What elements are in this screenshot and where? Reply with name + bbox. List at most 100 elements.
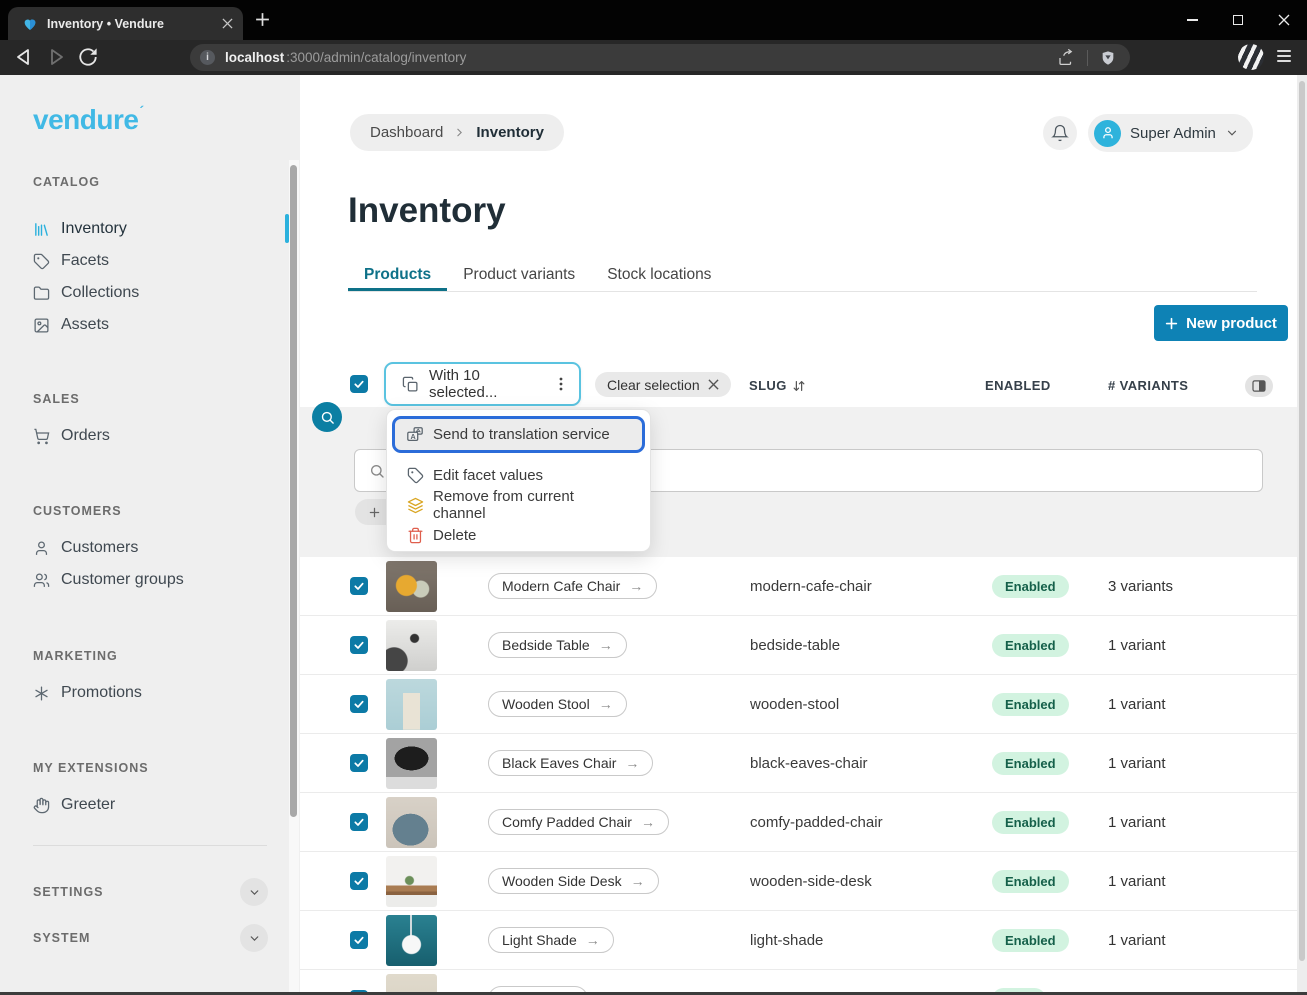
arrow-right-icon: →	[599, 696, 613, 712]
sidebar-item-greeter[interactable]: Greeter	[33, 791, 115, 819]
table-row: Modern Cafe Chair→ modern-cafe-chair Ena…	[300, 557, 1297, 616]
search-toggle-button[interactable]	[312, 402, 342, 432]
with-selected-dropdown[interactable]: With 10 selected...	[384, 362, 581, 406]
logo-tick: ´	[139, 103, 143, 119]
row-checkbox[interactable]	[350, 872, 368, 890]
breadcrumb-dashboard[interactable]: Dashboard	[370, 124, 443, 141]
table-row: Bedside Table→ bedside-table Enabled 1 v…	[300, 616, 1297, 675]
variant-count: 1 variant	[1108, 873, 1166, 890]
clear-selection-button[interactable]: Clear selection	[595, 372, 731, 397]
arrow-right-icon: →	[629, 578, 643, 594]
sidebar-item-label: Customer groups	[61, 571, 184, 589]
sidebar-section-system[interactable]: SYSTEM	[33, 923, 268, 953]
back-button[interactable]	[14, 46, 34, 68]
product-name-chip[interactable]: Light Shade→	[488, 927, 614, 953]
kebab-icon	[553, 376, 569, 392]
product-name-chip[interactable]: Black Eaves Chair→	[488, 750, 653, 776]
breadcrumb-inventory: Inventory	[476, 124, 544, 141]
site-info-icon[interactable]: i	[200, 50, 215, 65]
vendure-logo[interactable]: vendure´	[33, 103, 144, 136]
minimize-button[interactable]	[1169, 0, 1215, 40]
tab-close-icon[interactable]	[222, 18, 233, 29]
product-name-chip[interactable]: Wooden Side Desk→	[488, 868, 659, 894]
tab-strip: Inventory • Vendure	[0, 0, 1307, 40]
sidebar-item-facets[interactable]: Facets	[33, 247, 109, 275]
forward-button[interactable]	[46, 46, 66, 68]
status-badge: Enabled	[992, 870, 1069, 893]
chevron-right-icon	[453, 126, 466, 139]
svg-text:A: A	[411, 432, 416, 441]
tag-icon	[33, 253, 50, 270]
tab-stock-locations[interactable]: Stock locations	[591, 258, 727, 291]
menu-item-remove-from-channel[interactable]: Remove from current channel	[397, 490, 640, 520]
tab-product-variants[interactable]: Product variants	[447, 258, 591, 291]
product-name-chip[interactable]: Comfy Padded Chair→	[488, 809, 669, 835]
sidebar-section-settings[interactable]: SETTINGS	[33, 877, 268, 907]
url-bar[interactable]: i localhost :3000/admin/catalog/inventor…	[190, 44, 1130, 71]
product-slug: light-shade	[750, 932, 823, 949]
notifications-button[interactable]	[1043, 116, 1077, 150]
person-icon	[33, 540, 50, 557]
select-all-checkbox[interactable]	[350, 375, 368, 393]
browser-tab[interactable]: Inventory • Vendure	[8, 7, 243, 40]
chevron-down-icon[interactable]	[240, 924, 268, 952]
reload-button[interactable]	[78, 47, 98, 67]
close-icon	[708, 379, 719, 390]
column-header-enabled[interactable]: ENABLED	[985, 378, 1051, 393]
row-checkbox[interactable]	[350, 577, 368, 595]
maximize-button[interactable]	[1215, 0, 1261, 40]
browser-window: Inventory • Vendure	[0, 0, 1307, 995]
variant-count: 1 variant	[1108, 932, 1166, 949]
row-checkbox[interactable]	[350, 754, 368, 772]
browser-menu-icon[interactable]	[1277, 50, 1291, 62]
browser-profile-avatar[interactable]	[1238, 44, 1264, 70]
sidebar-item-customers[interactable]: Customers	[33, 534, 138, 562]
page-scrollbar[interactable]	[1297, 75, 1307, 995]
row-checkbox[interactable]	[350, 813, 368, 831]
sidebar-item-promotions[interactable]: Promotions	[33, 679, 142, 707]
product-name-chip[interactable]: Wooden Stool→	[488, 691, 627, 717]
table-row: Comfy Padded Chair→ comfy-padded-chair E…	[300, 793, 1297, 852]
product-name-chip[interactable]: Bedside Table→	[488, 632, 627, 658]
new-product-button[interactable]: New product	[1154, 305, 1288, 341]
tab-products[interactable]: Products	[348, 258, 447, 291]
column-header-slug[interactable]: SLUG	[749, 378, 806, 393]
user-menu-button[interactable]: Super Admin	[1088, 114, 1253, 152]
page-scrollbar-thumb[interactable]	[1299, 81, 1305, 961]
sidebar-item-customer-groups[interactable]: Customer groups	[33, 566, 184, 594]
row-checkbox[interactable]	[350, 931, 368, 949]
breadcrumb[interactable]: Dashboard Inventory	[350, 114, 564, 151]
sidebar-item-orders[interactable]: Orders	[33, 422, 110, 450]
user-name: Super Admin	[1130, 125, 1216, 142]
column-picker-button[interactable]	[1245, 375, 1273, 397]
row-checkbox[interactable]	[350, 695, 368, 713]
menu-item-send-to-translation[interactable]: A Send to translation service	[392, 416, 645, 453]
new-tab-button[interactable]	[254, 11, 271, 28]
product-thumbnail	[386, 738, 437, 789]
sidebar-item-collections[interactable]: Collections	[33, 279, 139, 307]
variant-count: 1 variant	[1108, 637, 1166, 654]
sidebar-scrollbar-thumb[interactable]	[290, 165, 297, 817]
menu-item-edit-facet-values[interactable]: Edit facet values	[397, 460, 640, 490]
close-button[interactable]	[1261, 0, 1307, 40]
url-path: :3000/admin/catalog/inventory	[286, 50, 466, 65]
brave-shield-icon[interactable]	[1100, 49, 1116, 67]
arrow-right-icon: →	[599, 637, 613, 653]
sidebar-scrollbar[interactable]	[289, 160, 299, 995]
bell-icon	[1051, 124, 1069, 142]
column-header-variants[interactable]: # VARIANTS	[1108, 378, 1188, 393]
product-name-chip[interactable]: Modern Cafe Chair→	[488, 573, 657, 599]
menu-item-delete[interactable]: Delete	[397, 520, 640, 550]
chevron-down-icon[interactable]	[240, 878, 268, 906]
row-checkbox[interactable]	[350, 636, 368, 654]
sidebar-item-label: Collections	[61, 284, 139, 302]
chevron-down-icon	[1225, 126, 1239, 140]
table-row: Wooden Stool→ wooden-stool Enabled 1 var…	[300, 675, 1297, 734]
sidebar-item-inventory[interactable]: Inventory	[33, 215, 127, 243]
status-badge: Enabled	[992, 634, 1069, 657]
share-icon[interactable]	[1057, 49, 1075, 67]
page-title: Inventory	[348, 191, 506, 231]
layers-icon	[407, 497, 424, 514]
sort-icon[interactable]	[792, 379, 806, 393]
sidebar-item-assets[interactable]: Assets	[33, 311, 109, 339]
